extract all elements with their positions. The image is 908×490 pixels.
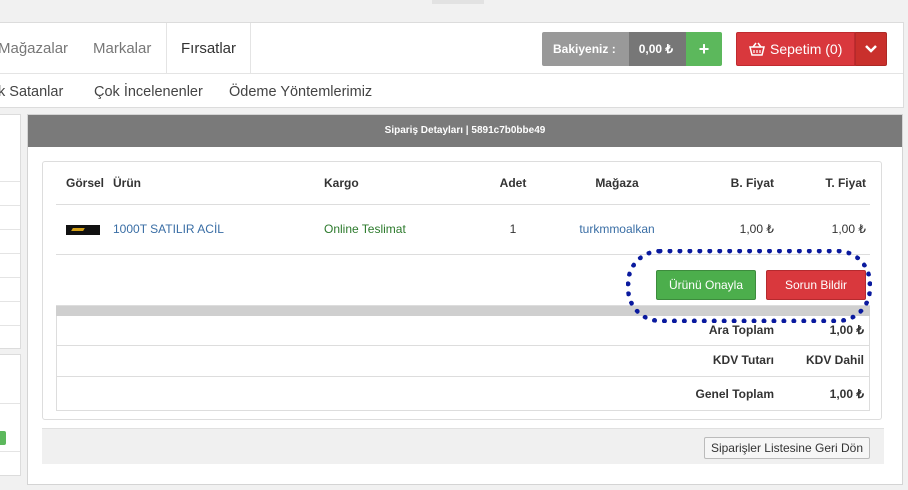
cargo-type: Online Teslimat bbox=[324, 222, 406, 236]
order-detail-panel: Sipariş Detayları | 5891c7b0bbe49 Görsel… bbox=[27, 114, 903, 485]
table-row: 1000T SATILIR ACİL Online Teslimat 1 tur… bbox=[56, 204, 870, 255]
grand-total-label: Genel Toplam bbox=[695, 387, 774, 401]
sidebar-divider bbox=[0, 403, 20, 404]
order-action-row: Ürünü Onayla Sorun Bildir bbox=[56, 264, 870, 306]
back-to-orders-button[interactable]: Siparişler Listesine Geri Dön bbox=[703, 437, 870, 459]
panel-footer: Siparişler Listesine Geri Dön bbox=[42, 428, 884, 464]
subtotal-value: 1,00 ₺ bbox=[829, 323, 864, 337]
add-balance-button[interactable]: + bbox=[686, 32, 723, 66]
sidebar-box-top bbox=[0, 114, 21, 349]
sidebar-box-bottom bbox=[0, 354, 21, 476]
product-link[interactable]: 1000T SATILIR ACİL bbox=[113, 222, 224, 236]
nav-row-secondary: k Satanlar Çok İncelenenler Ödeme Yöntem… bbox=[0, 75, 903, 109]
order-items-table: Görsel Ürün Kargo Adet Mağaza B. Fiyat T… bbox=[56, 162, 870, 255]
nav-item-most-viewed[interactable]: Çok İncelenenler bbox=[94, 75, 203, 109]
nav-panel: Mağazalar Markalar Fırsatlar Bakiyeniz :… bbox=[0, 22, 904, 108]
sidebar-green-badge bbox=[0, 431, 6, 445]
cart-label: Sepetim (0) bbox=[770, 41, 843, 57]
column-header-store: Mağaza bbox=[552, 162, 682, 205]
sidebar-divider bbox=[0, 253, 20, 254]
total-price: 1,00 ₺ bbox=[774, 204, 870, 255]
report-problem-button[interactable]: Sorun Bildir bbox=[766, 270, 866, 300]
column-header-cargo: Kargo bbox=[324, 162, 474, 205]
sidebar-divider bbox=[0, 277, 20, 278]
column-header-total-price: T. Fiyat bbox=[774, 162, 870, 205]
order-items-box: Görsel Ürün Kargo Adet Mağaza B. Fiyat T… bbox=[42, 161, 882, 420]
panel-title: Sipariş Detayları | 5891c7b0bbe49 bbox=[28, 115, 902, 147]
order-summary: Ara Toplam 1,00 ₺ KDV Tutarı KDV Dahil G… bbox=[56, 316, 870, 411]
nav-row-main: Mağazalar Markalar Fırsatlar Bakiyeniz :… bbox=[0, 23, 903, 74]
grand-total-value: 1,00 ₺ bbox=[829, 387, 864, 401]
column-header-qty: Adet bbox=[474, 162, 552, 205]
balance-widget: Bakiyeniz : 0,00 ₺ + bbox=[542, 32, 723, 66]
nav-item-deals[interactable]: Fırsatlar bbox=[166, 23, 252, 74]
unit-price: 1,00 ₺ bbox=[682, 204, 774, 255]
column-header-unit-price: B. Fiyat bbox=[682, 162, 774, 205]
quantity: 1 bbox=[474, 204, 552, 255]
summary-row-vat: KDV Tutarı KDV Dahil bbox=[57, 345, 869, 376]
product-thumbnail[interactable] bbox=[66, 224, 100, 235]
vat-value: KDV Dahil bbox=[805, 353, 864, 367]
sidebar-divider bbox=[0, 181, 20, 182]
summary-separator bbox=[56, 306, 870, 316]
sidebar-divider bbox=[0, 229, 20, 230]
nav-item-bestsellers[interactable]: k Satanlar bbox=[0, 75, 63, 109]
top-tab[interactable] bbox=[432, 0, 484, 4]
cart-widget: Sepetim (0) bbox=[736, 32, 888, 66]
subtotal-label: Ara Toplam bbox=[708, 323, 774, 337]
column-header-image: Görsel bbox=[56, 162, 113, 205]
summary-row-subtotal: Ara Toplam 1,00 ₺ bbox=[57, 316, 869, 345]
cart-button[interactable]: Sepetim (0) bbox=[736, 32, 856, 66]
nav-item-stores[interactable]: Mağazalar bbox=[0, 23, 68, 74]
nav-item-brands[interactable]: Markalar bbox=[93, 23, 151, 74]
cart-dropdown-button[interactable] bbox=[855, 32, 888, 66]
nav-item-payment-methods[interactable]: Ödeme Yöntemlerimiz bbox=[229, 75, 372, 109]
table-header-row: Görsel Ürün Kargo Adet Mağaza B. Fiyat T… bbox=[56, 162, 870, 205]
balance-label: Bakiyeniz : bbox=[542, 32, 629, 66]
basket-icon bbox=[749, 42, 765, 56]
summary-row-grand-total: Genel Toplam 1,00 ₺ bbox=[57, 376, 869, 410]
sidebar-divider bbox=[0, 451, 20, 452]
column-header-product: Ürün bbox=[113, 162, 324, 205]
balance-value: 0,00 ₺ bbox=[628, 32, 687, 66]
product-thumbnail-cell bbox=[56, 204, 113, 255]
chevron-down-icon bbox=[865, 45, 878, 53]
approve-product-button[interactable]: Ürünü Onayla bbox=[656, 270, 756, 300]
sidebar-divider bbox=[0, 205, 20, 206]
store-link[interactable]: turkmmoalkan bbox=[579, 222, 654, 236]
sidebar-divider bbox=[0, 325, 20, 326]
sidebar-divider bbox=[0, 301, 20, 302]
vat-label: KDV Tutarı bbox=[712, 353, 774, 367]
